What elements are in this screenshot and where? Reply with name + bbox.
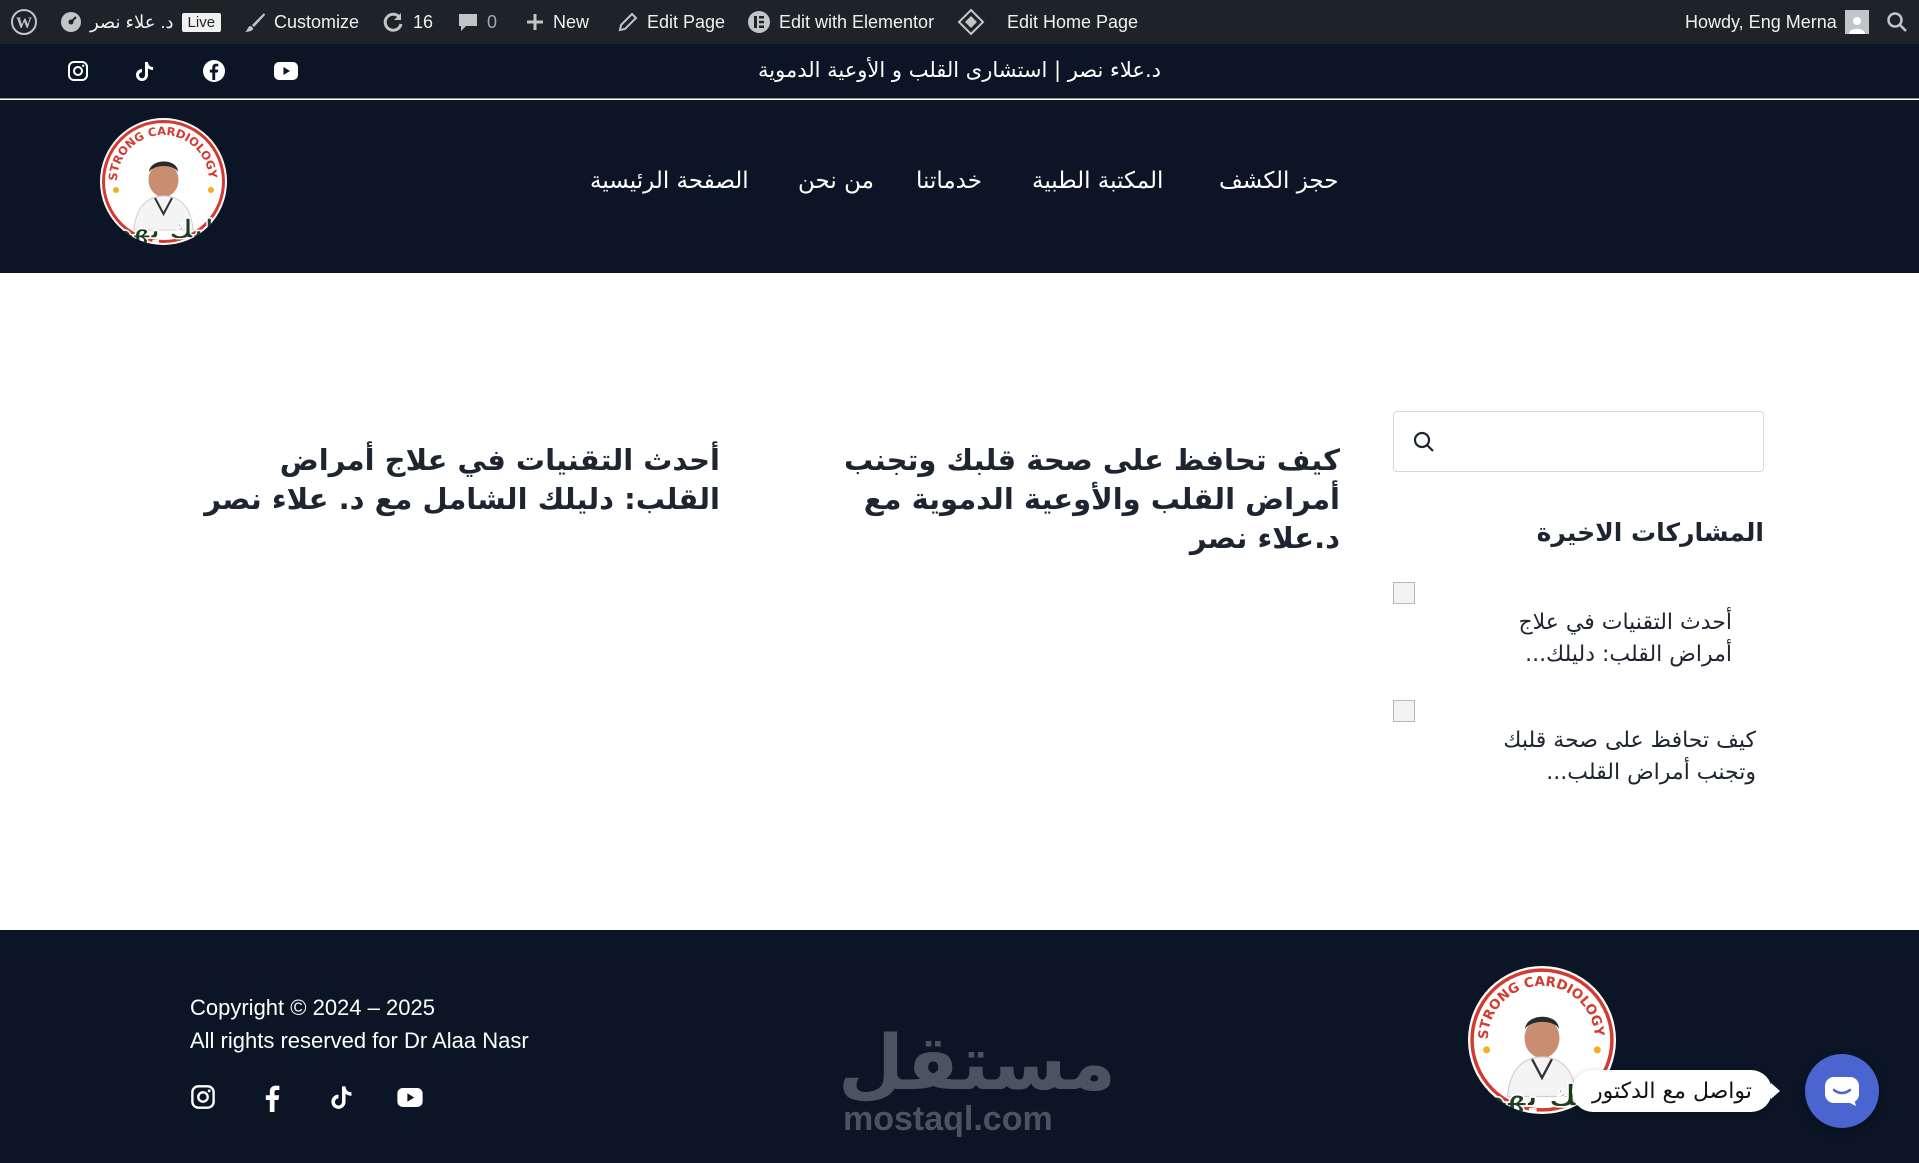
chat-button[interactable] [1805,1054,1879,1128]
pencil-icon [618,12,638,32]
plus-icon [527,14,543,30]
customize-label: Customize [274,11,360,32]
chat-tooltip[interactable]: تواصل مع الدكتور [1572,1070,1780,1112]
copyright-text: Copyright © 2024 – 2025 [190,995,435,1020]
live-badge: Live [181,12,222,32]
nav-home[interactable]: الصفحة الرئيسية [590,168,749,194]
recent-post-title-2[interactable]: كيف تحافظ على صحة قلبك وتجنب أمراض القلب… [1480,725,1756,789]
post-title-2[interactable]: أحدث التقنيات في علاج أمراض القلب: دليلك… [200,441,720,519]
wp-admin-bar: W د. علاء نصر Live Customize 16 0 New Ed… [0,0,1919,44]
site-name-menu[interactable]: د. علاء نصر Live [60,0,222,44]
recent-post-thumbnail[interactable] [1393,582,1415,604]
updates-refresh-icon [383,12,403,32]
nav-services[interactable]: خدماتنا [916,168,982,194]
nav-medical-library[interactable]: المكتبة الطبية [1032,168,1163,194]
edit-home-page-button[interactable]: Edit Home Page [957,0,1138,44]
nav-about[interactable]: من نحن [798,168,874,194]
diamond-logo-icon [957,8,985,36]
search-icon [1413,431,1434,452]
footer-tiktok-icon[interactable] [329,1084,355,1114]
account-menu[interactable]: Howdy, Eng Merna [1685,0,1869,44]
watermark-arabic: مستقل [838,1018,1116,1107]
site-logo[interactable]: STRONG CARDIOLOGY قلبك يهمنا [100,118,227,245]
paintbrush-icon [245,13,265,32]
post-title-1[interactable]: كيف تحافظ على صحة قلبك وتجنب أمراض القلب… [780,441,1340,558]
search-input[interactable] [1393,411,1764,472]
chat-tooltip-label: تواصل مع الدكتور [1592,1078,1752,1104]
recent-posts-heading: المشاركات الاخيرة [1536,518,1764,547]
elementor-icon [748,11,770,33]
edit-home-label: Edit Home Page [1007,11,1139,32]
edit-page-label: Edit Page [647,11,726,32]
recent-post-title-1[interactable]: أحدث التقنيات في علاج أمراض القلب: دليلك… [1480,607,1732,671]
tagline: د.علاء نصر | استشارى القلب و الأوعية الد… [758,58,1161,82]
comment-icon [459,14,477,31]
top-info-bar: د.علاء نصر | استشارى القلب و الأوعية الد… [0,44,1919,99]
avatar [1844,10,1869,34]
edit-page-button[interactable]: Edit Page [617,0,725,44]
customize-button[interactable]: Customize [244,0,359,44]
edit-with-elementor-button[interactable]: Edit with Elementor [747,0,934,44]
nav-book-appointment[interactable]: حجز الكشف [1219,168,1339,194]
wordpress-logo-icon[interactable]: W [10,0,38,44]
site-name-label: د. علاء نصر [90,11,174,32]
logo-brand-text: قلبك يهمنا [100,215,227,245]
comments-button[interactable]: 0 [457,0,497,44]
updates-button[interactable]: 16 [381,0,433,44]
chat-icon [1825,1077,1859,1106]
site-header: STRONG CARDIOLOGY قلبك يهمنا حجز الكشف ا… [0,100,1919,273]
watermark-english: mostaql.com [843,1100,1053,1138]
new-label: New [553,11,590,32]
edit-elementor-label: Edit with Elementor [779,11,935,32]
greeting-label: Howdy, Eng Merna [1685,11,1837,32]
updates-count: 16 [413,11,434,32]
comments-count: 0 [487,11,498,32]
recent-post-thumbnail[interactable] [1393,700,1415,722]
admin-search-icon[interactable] [1886,0,1908,44]
dashboard-gauge-icon [61,12,81,32]
footer-instagram-icon[interactable] [190,1084,216,1114]
footer-facebook-icon[interactable] [262,1084,282,1116]
rights-text: All rights reserved for Dr Alaa Nasr [190,1028,529,1053]
svg-text:W: W [16,15,32,32]
new-content-button[interactable]: New [525,0,589,44]
footer-youtube-icon[interactable] [396,1087,424,1112]
